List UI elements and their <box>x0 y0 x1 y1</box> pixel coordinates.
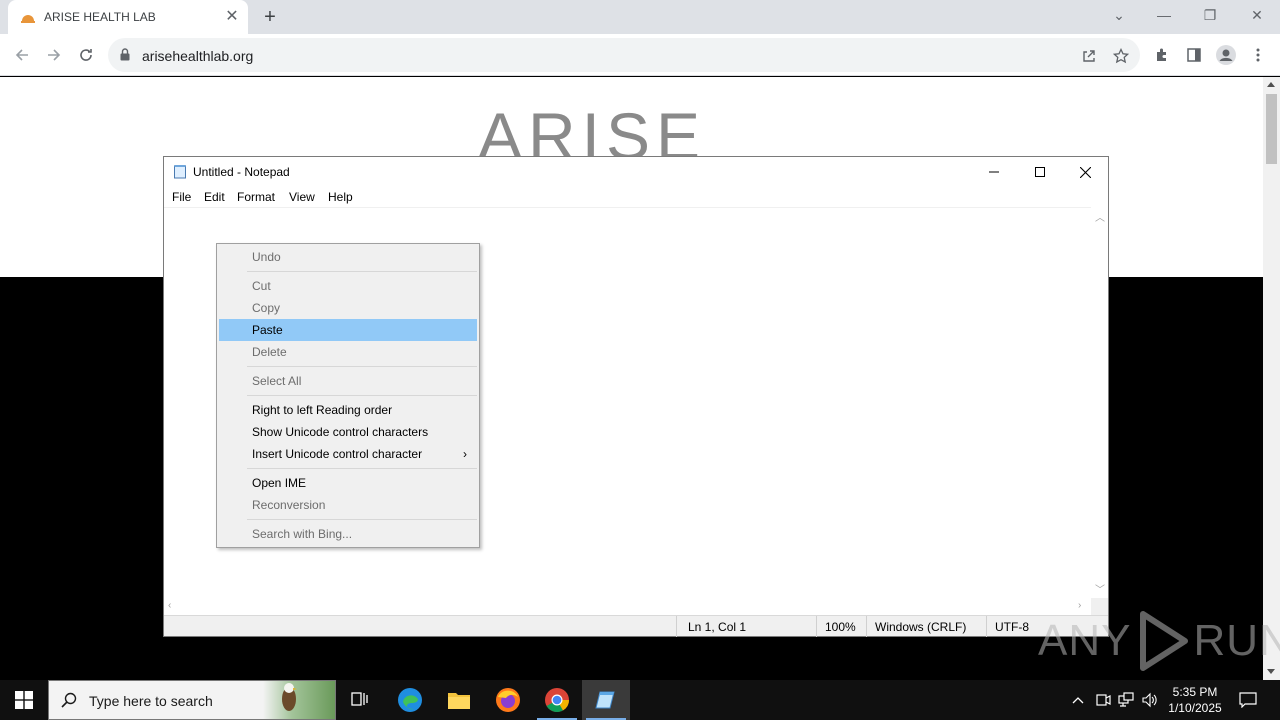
taskbar: Type here to search 5:35 PM 1/10/2025 <box>0 680 1280 720</box>
notification-center-icon[interactable] <box>1238 690 1258 710</box>
notepad-horizontal-scrollbar[interactable]: ‹ › <box>164 598 1091 615</box>
arise-sun-icon <box>21 15 35 23</box>
status-zoom: 100% <box>825 620 856 634</box>
notepad-minimize-button[interactable] <box>971 157 1017 187</box>
context-menu-select-all[interactable]: Select All <box>219 370 477 392</box>
context-menu-search-with-bing[interactable]: Search with Bing... <box>219 523 477 545</box>
search-placeholder: Type here to search <box>89 693 213 709</box>
context-menu-rtl-reading-order[interactable]: Right to left Reading order <box>219 399 477 421</box>
tab-close-icon[interactable]: ✕ <box>222 7 242 27</box>
close-window-icon[interactable]: ✕ <box>1245 4 1269 26</box>
context-menu-delete[interactable]: Delete <box>219 341 477 363</box>
new-tab-button[interactable]: + <box>258 5 282 29</box>
anyrun-watermark: ANY RUN <box>1038 608 1280 674</box>
bookmark-star-icon[interactable] <box>1110 45 1132 67</box>
back-icon[interactable] <box>10 43 34 67</box>
notepad-maximize-button[interactable] <box>1017 157 1063 187</box>
share-icon[interactable] <box>1078 45 1100 67</box>
reload-icon[interactable] <box>74 43 98 67</box>
chrome-menu-icon[interactable] <box>1246 43 1270 67</box>
page-scrollbar[interactable] <box>1263 77 1280 680</box>
file-explorer-icon[interactable] <box>435 680 483 720</box>
search-icon <box>61 692 77 708</box>
notepad-status-bar: Ln 1, Col 1 100% Windows (CRLF) UTF-8 <box>164 615 1108 637</box>
context-menu-undo[interactable]: Undo <box>219 246 477 268</box>
menu-separator <box>247 366 477 367</box>
scroll-up-icon[interactable]: ︿ <box>1095 209 1105 224</box>
taskbar-search-box[interactable]: Type here to search <box>48 680 336 720</box>
browser-tab[interactable]: ARISE HEALTH LAB ✕ <box>8 0 248 34</box>
task-view-icon[interactable] <box>336 680 384 720</box>
scroll-left-icon[interactable]: ‹ <box>168 600 171 611</box>
menu-edit[interactable]: Edit <box>204 190 225 204</box>
edge-icon[interactable] <box>386 680 434 720</box>
side-panel-icon[interactable] <box>1182 43 1206 67</box>
notepad-icon <box>174 165 186 179</box>
forward-icon[interactable] <box>42 43 66 67</box>
search-highlight-image <box>263 681 335 719</box>
tab-strip: ARISE HEALTH LAB ✕ + ⌄ — ❐ ✕ <box>0 0 1280 34</box>
url-text: arisehealthlab.org <box>142 48 254 64</box>
extensions-icon[interactable] <box>1150 43 1174 67</box>
menu-help[interactable]: Help <box>328 190 353 204</box>
context-menu-show-unicode-control[interactable]: Show Unicode control characters <box>219 421 477 443</box>
minimize-icon[interactable]: — <box>1152 4 1176 26</box>
lock-icon <box>120 48 130 61</box>
status-encoding: UTF-8 <box>995 620 1029 634</box>
context-menu: Undo Cut Copy Paste Delete Select All Ri… <box>216 243 480 548</box>
menu-separator <box>247 395 477 396</box>
tab-search-icon[interactable]: ⌄ <box>1107 4 1131 26</box>
firefox-icon[interactable] <box>484 680 532 720</box>
show-hidden-icons-chevron-icon[interactable] <box>1068 690 1088 710</box>
restore-icon[interactable]: ❐ <box>1198 4 1222 26</box>
notepad-vertical-scrollbar[interactable]: ︿ ﹀ <box>1091 207 1108 598</box>
submenu-arrow-icon: › <box>463 447 467 461</box>
context-menu-insert-unicode-control[interactable]: Insert Unicode control character › <box>219 443 477 465</box>
scroll-thumb[interactable] <box>1266 94 1277 164</box>
tab-title: ARISE HEALTH LAB <box>44 10 156 24</box>
status-separator <box>816 616 817 637</box>
watermark-text-right: RUN <box>1193 616 1280 665</box>
chrome-icon[interactable] <box>533 680 581 720</box>
network-icon[interactable] <box>1116 690 1136 710</box>
context-menu-reconversion[interactable]: Reconversion <box>219 494 477 516</box>
meet-now-icon[interactable] <box>1093 690 1113 710</box>
status-cursor-position: Ln 1, Col 1 <box>688 620 747 634</box>
volume-icon[interactable] <box>1140 690 1160 710</box>
status-separator <box>676 616 677 637</box>
status-separator <box>866 616 867 637</box>
context-menu-copy[interactable]: Copy <box>219 297 477 319</box>
browser-toolbar: arisehealthlab.org <box>0 34 1280 76</box>
menu-separator <box>247 519 477 520</box>
notepad-close-button[interactable] <box>1062 157 1108 187</box>
profile-avatar-icon[interactable] <box>1214 43 1238 67</box>
menu-format[interactable]: Format <box>237 190 275 204</box>
menu-separator <box>247 271 477 272</box>
windows-start-icon[interactable] <box>0 680 48 720</box>
scroll-down-icon[interactable]: ﹀ <box>1095 581 1105 596</box>
context-menu-paste[interactable]: Paste <box>219 319 477 341</box>
clock-date: 1/10/2025 <box>1168 701 1222 715</box>
menu-view[interactable]: View <box>289 190 315 204</box>
context-menu-item-label: Insert Unicode control character <box>252 447 423 461</box>
play-triangle-icon <box>1140 611 1189 671</box>
notepad-titlebar[interactable]: Untitled - Notepad <box>164 157 1108 187</box>
context-menu-open-ime[interactable]: Open IME <box>219 472 477 494</box>
status-separator <box>986 616 987 637</box>
menu-separator <box>247 468 477 469</box>
scroll-up-icon[interactable] <box>1267 82 1275 87</box>
watermark-text-left: ANY <box>1038 616 1132 665</box>
address-bar[interactable]: arisehealthlab.org <box>108 38 1140 72</box>
context-menu-cut[interactable]: Cut <box>219 275 477 297</box>
clock-time: 5:35 PM <box>1172 685 1218 699</box>
notepad-taskbar-icon[interactable] <box>582 680 630 720</box>
taskbar-clock[interactable]: 5:35 PM 1/10/2025 <box>1160 684 1230 716</box>
status-line-ending: Windows (CRLF) <box>875 620 967 634</box>
notepad-title: Untitled - Notepad <box>193 165 290 179</box>
menu-file[interactable]: File <box>172 190 191 204</box>
notepad-menubar: File Edit Format View Help <box>164 187 1108 207</box>
